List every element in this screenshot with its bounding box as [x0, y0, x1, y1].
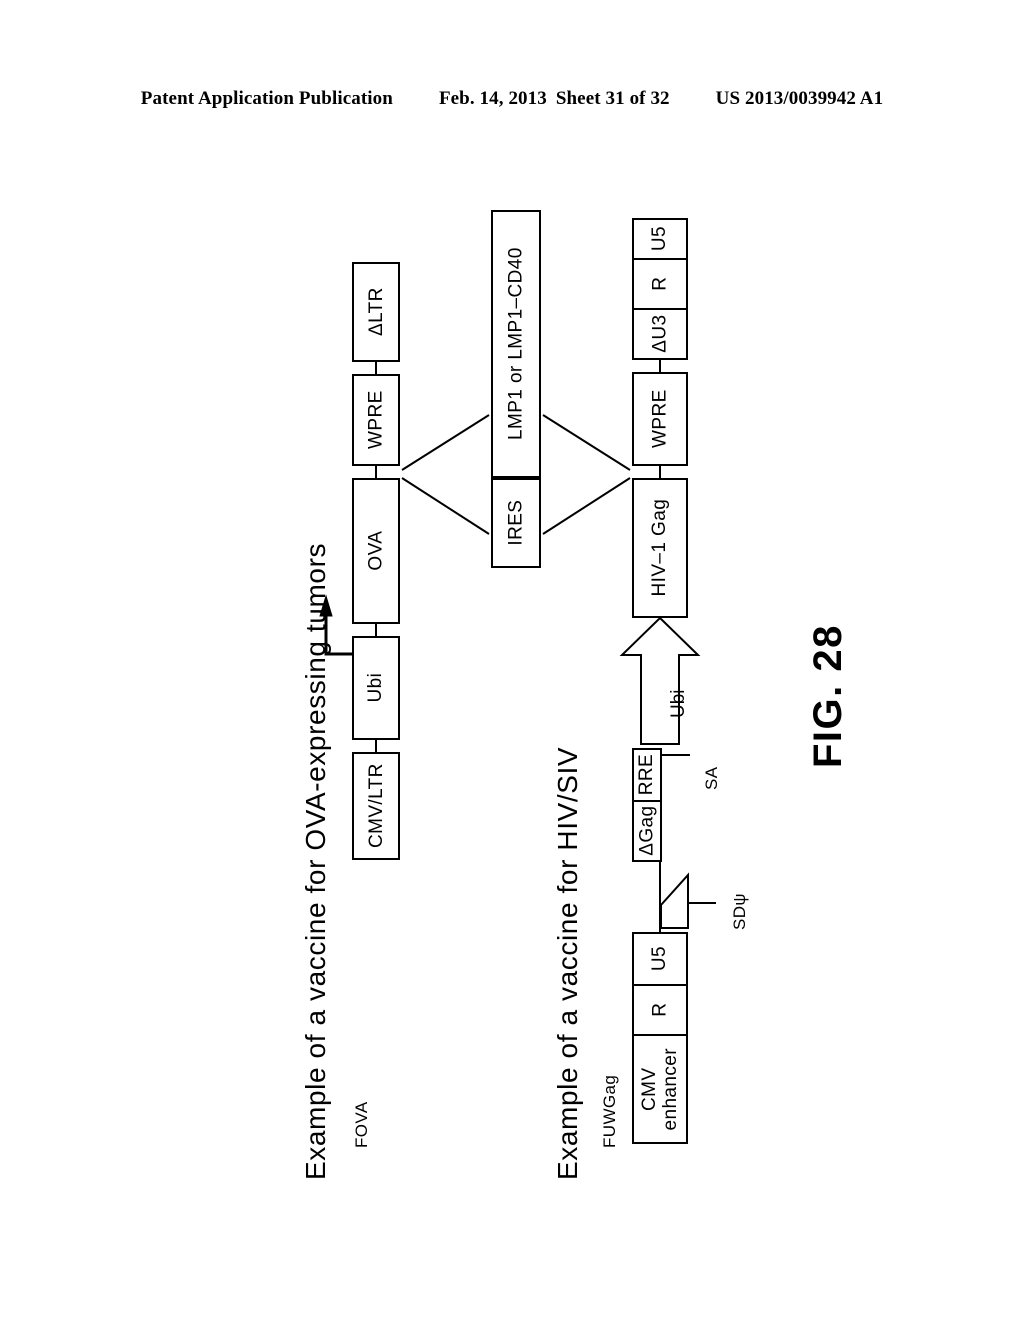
- segment-label: WPRE: [649, 389, 671, 449]
- construct-name-text: FOVA: [352, 1101, 371, 1148]
- ubi-promoter-arrow: [619, 616, 701, 745]
- segment-label: IRES: [505, 500, 527, 546]
- insert-guide-lines: [401, 414, 631, 535]
- segment-fova-cmv-ltr: CMV/LTR: [352, 752, 400, 860]
- label-sd-psi: SDψ: [730, 893, 750, 930]
- figure-28-diagram: CMV/LTR Ubi OVA WPRE ΔLTR IRES LMP1 or L…: [0, 0, 1024, 1320]
- segment-label: U5: [649, 946, 671, 972]
- segment-fuwgag-r-3prime: R: [632, 258, 688, 310]
- segment-fuwgag-wpre: WPRE: [632, 372, 688, 466]
- connector-gag-wpre: [659, 466, 661, 478]
- connector-ubi-ova: [375, 624, 377, 636]
- segment-label: HIV–1 Gag: [649, 499, 671, 597]
- segment-fova-ova: OVA: [352, 478, 400, 624]
- segment-label: WPRE: [365, 390, 387, 450]
- figure-number-label: FIG. 28: [806, 624, 851, 768]
- segment-fova-ubi: Ubi: [352, 636, 400, 740]
- construct-name-text: FUWGag: [600, 1074, 619, 1148]
- segment-label: CMV/LTR: [365, 763, 387, 849]
- label-text: SDψ: [730, 893, 749, 930]
- segment-label: R: [649, 276, 671, 292]
- connector-wpre-dltr: [375, 362, 377, 374]
- segment-fuwgag-u5-5prime: U5: [632, 932, 688, 986]
- segment-label: CMV enhancer: [638, 1047, 681, 1131]
- connector-wpre-3ltr: [659, 360, 661, 372]
- segment-fuwgag-delta-gag: ΔGag: [632, 800, 662, 862]
- segment-label: RRE: [636, 754, 658, 796]
- segment-label: OVA: [365, 531, 387, 571]
- label-text: Ubi: [668, 689, 689, 718]
- segment-label: ΔGag: [636, 805, 658, 857]
- segment-insert-lmp1: LMP1 or LMP1–CD40: [491, 210, 541, 478]
- segment-fova-delta-ltr: ΔLTR: [352, 262, 400, 362]
- construct-name-fova: FOVA: [352, 1101, 372, 1148]
- caption-text: Example of a vaccine for OVA-expressing …: [300, 542, 331, 1180]
- ubi-arrow-overlay: [619, 616, 701, 745]
- guide-line-right-upper: [542, 414, 631, 471]
- label-fuwgag-ubi: Ubi: [668, 689, 690, 718]
- sa-tick-mark: [660, 754, 690, 756]
- guide-line-left-lower: [401, 477, 490, 535]
- label-text: SA: [702, 766, 721, 790]
- segment-fuwgag-r-5prime: R: [632, 984, 688, 1036]
- figure-number-text: FIG. 28: [806, 624, 850, 768]
- segment-fuwgag-u5-3prime: U5: [632, 218, 688, 260]
- segment-label: ΔLTR: [365, 287, 387, 337]
- guide-line-right-lower: [542, 477, 631, 535]
- caption-text: Example of a vaccine for HIV/SIV: [552, 746, 583, 1180]
- segment-insert-ires: IRES: [491, 478, 541, 568]
- segment-fuwgag-delta-u3: ΔU3: [632, 308, 688, 360]
- caption-fova: Example of a vaccine for OVA-expressing …: [300, 543, 332, 1180]
- guide-line-left-upper: [401, 414, 490, 471]
- segment-label: Ubi: [365, 673, 387, 703]
- segment-label: R: [649, 1002, 671, 1018]
- sd-psi-polygon: [660, 872, 689, 929]
- caption-fuwgag: Example of a vaccine for HIV/SIV: [552, 747, 584, 1180]
- segment-fuwgag-hiv1-gag: HIV–1 Gag: [632, 478, 688, 618]
- segment-fova-wpre: WPRE: [352, 374, 400, 466]
- connector-ova-wpre: [375, 466, 377, 478]
- label-sa: SA: [702, 767, 722, 790]
- segment-fuwgag-cmv-enhancer: CMV enhancer: [632, 1034, 688, 1144]
- transcription-arrow-overlay: [319, 594, 352, 656]
- sd-psi-shape-overlay: [660, 872, 716, 929]
- segment-fuwgag-rre: RRE: [632, 748, 662, 802]
- segment-label: LMP1 or LMP1–CD40: [505, 247, 527, 441]
- connector-cmv-ubi: [375, 740, 377, 752]
- segment-label: U5: [649, 226, 671, 252]
- construct-name-fuwgag: FUWGag: [600, 1075, 620, 1148]
- segment-label: ΔU3: [649, 314, 671, 354]
